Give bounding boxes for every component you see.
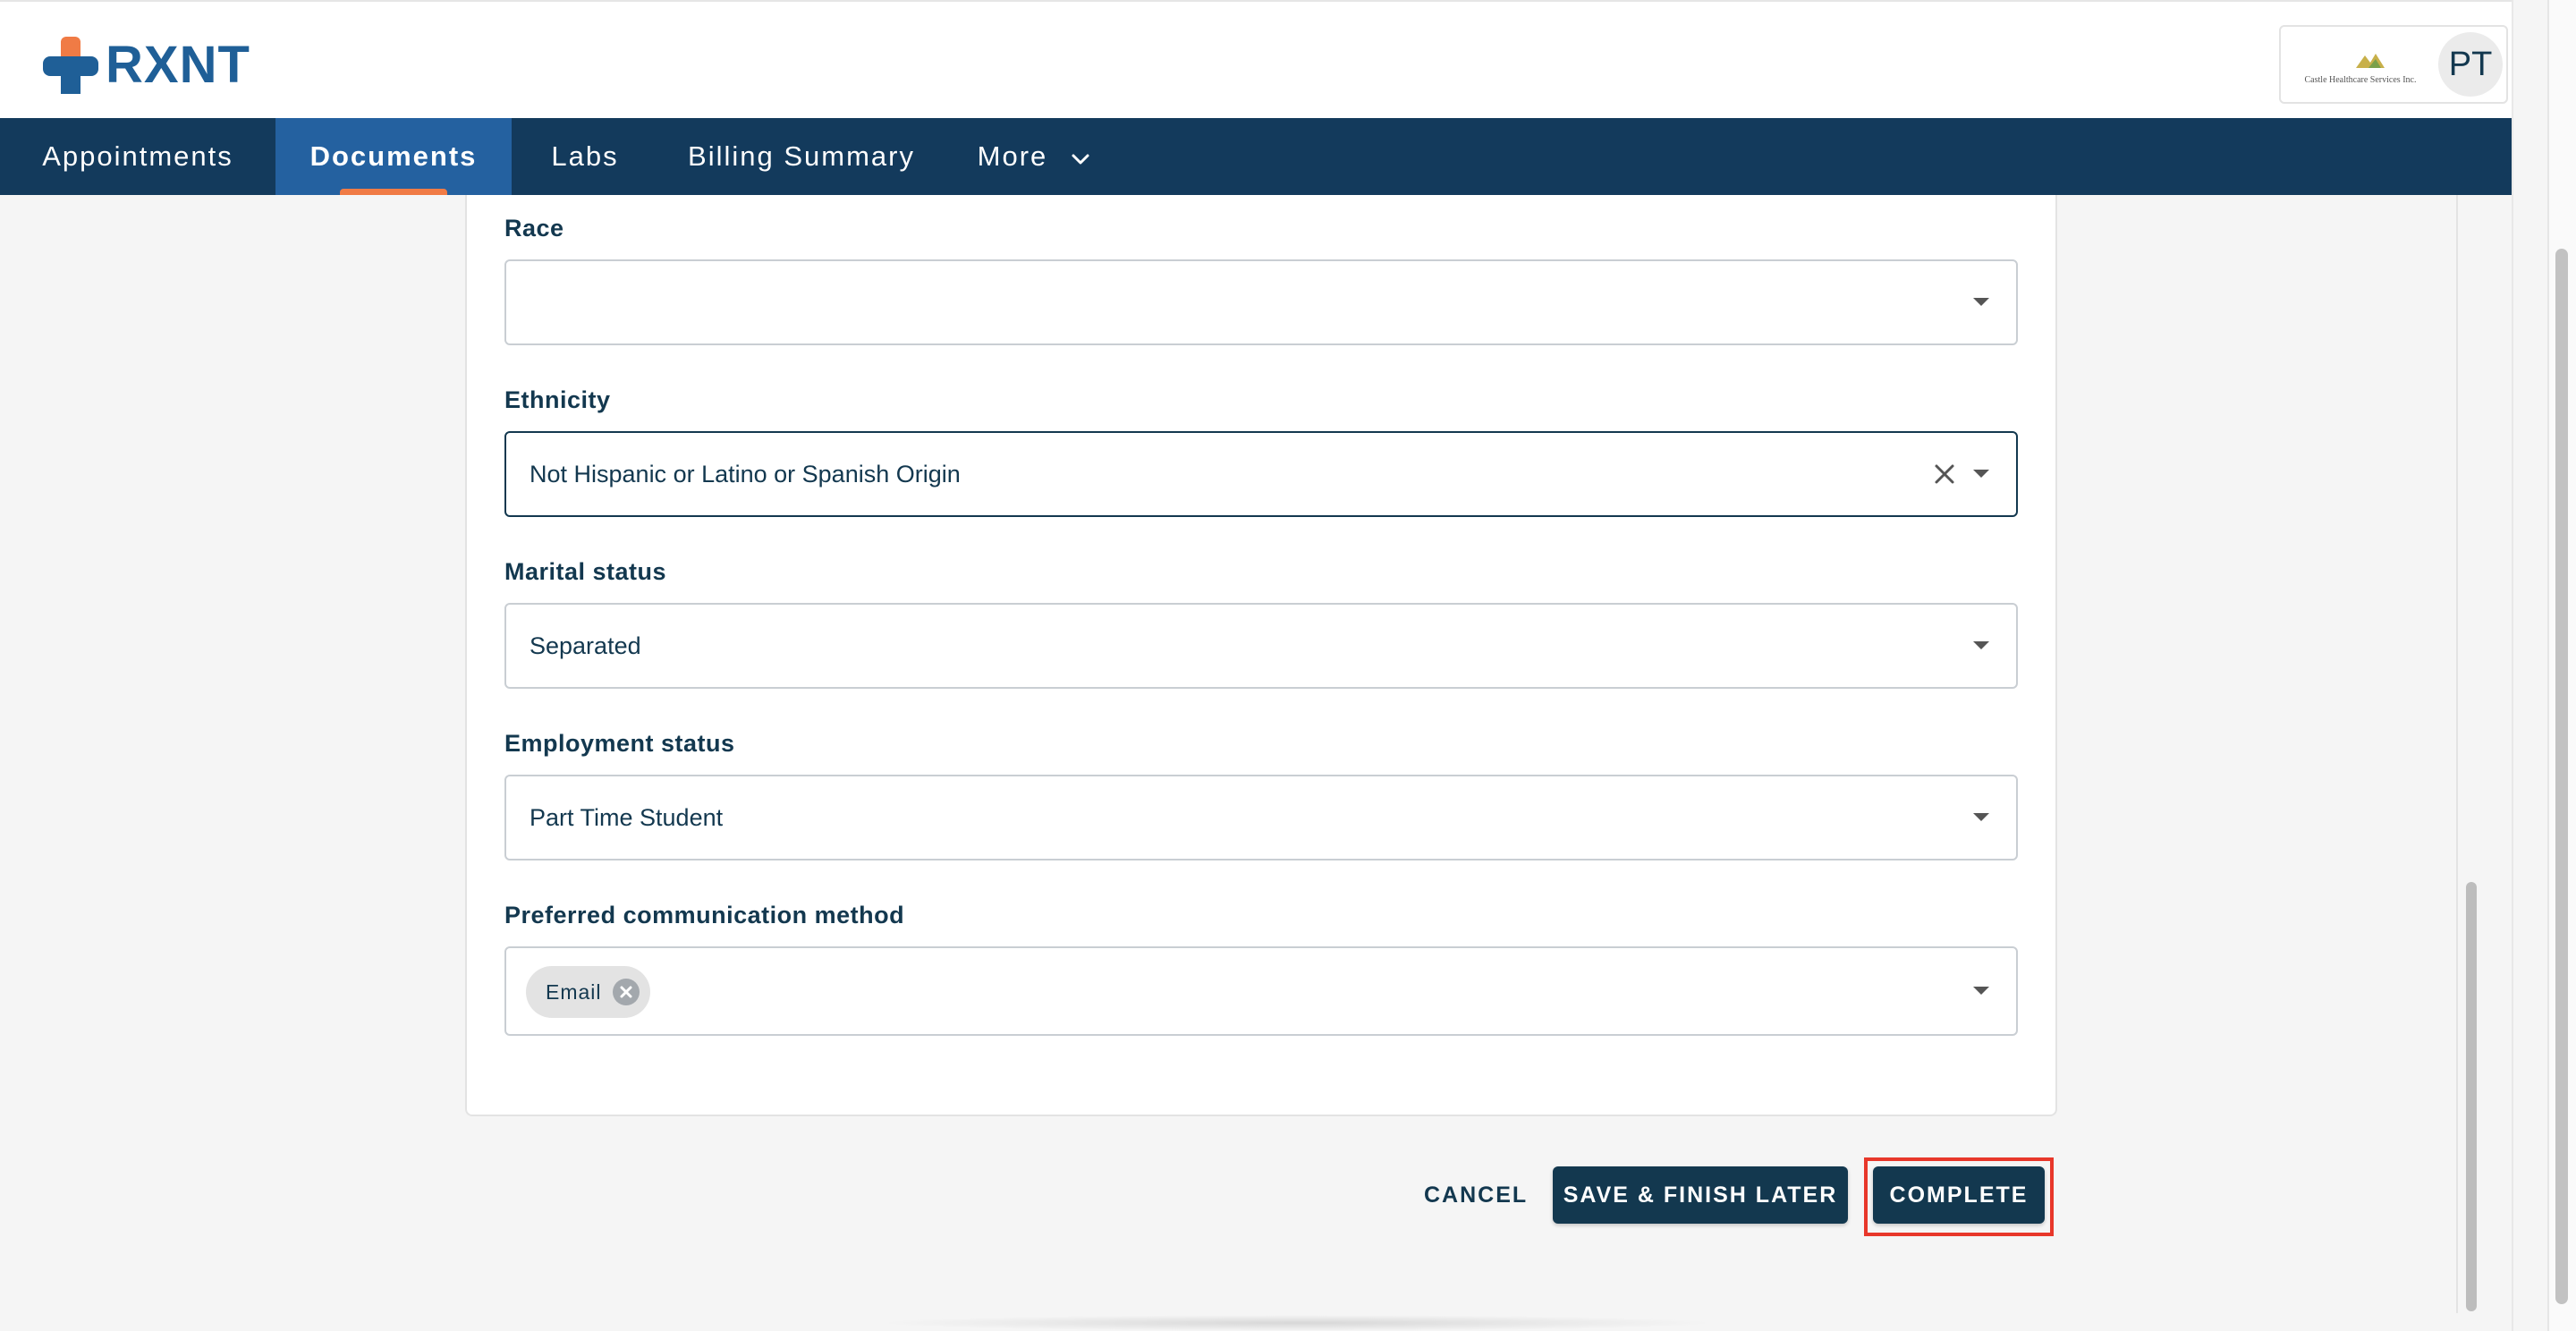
marital-status-label: Marital status (504, 558, 667, 585)
caret-down-icon[interactable] (1973, 470, 1989, 478)
content-scrollbar-thumb[interactable] (2466, 882, 2477, 1311)
mountain-icon (2356, 54, 2385, 68)
chevron-down-icon (1071, 140, 1090, 173)
race-label: Race (504, 215, 564, 242)
org-name: Castle Healthcare Services Inc. (2304, 75, 2417, 85)
preferred-communication-select[interactable]: Email (504, 946, 2018, 1036)
rxnt-cross-icon (43, 37, 98, 94)
divider (2456, 195, 2458, 1313)
save-finish-later-button[interactable]: SAVE & FINISH LATER (1553, 1166, 1848, 1224)
employment-status-select[interactable]: Part Time Student (504, 775, 2018, 860)
bottom-shadow (877, 1315, 1717, 1331)
avatar[interactable]: PT (2438, 32, 2503, 97)
window-margin (2512, 0, 2547, 1331)
cancel-button[interactable]: CANCEL (1406, 1166, 1546, 1224)
app-header: RXNT Castle Healthcare Services Inc. PT (0, 0, 2547, 118)
org-logo: Castle Healthcare Services Inc. (2293, 45, 2428, 88)
close-icon[interactable] (1930, 460, 1959, 488)
nav-item-label: Billing Summary (688, 140, 915, 172)
ethnicity-value: Not Hispanic or Latino or Spanish Origin (530, 461, 961, 487)
race-select[interactable] (504, 259, 2018, 345)
remove-chip-icon[interactable] (612, 979, 640, 1005)
window-scrollbar-thumb[interactable] (2555, 249, 2568, 1304)
ethnicity-label: Ethnicity (504, 386, 611, 413)
caret-down-icon[interactable] (1973, 987, 1989, 995)
rxnt-logo[interactable]: RXNT (41, 34, 250, 97)
nav-item-label: Appointments (42, 140, 233, 172)
account-menu[interactable]: Castle Healthcare Services Inc. PT (2279, 25, 2508, 104)
nav-item-billing-summary[interactable]: Billing Summary (658, 118, 945, 195)
brand-name: RXNT (106, 36, 250, 94)
marital-status-value: Separated (530, 632, 641, 659)
employment-status-value: Part Time Student (530, 804, 724, 831)
nav-item-labs[interactable]: Labs (512, 118, 658, 195)
nav-item-appointments[interactable]: Appointments (0, 118, 275, 195)
highlight-box (1864, 1157, 2054, 1236)
chip-email: Email (526, 966, 650, 1018)
main-nav: Appointments Documents Labs Billing Summ… (0, 118, 2547, 195)
nav-item-documents[interactable]: Documents (275, 118, 512, 195)
marital-status-select[interactable]: Separated (504, 603, 2018, 689)
caret-down-icon[interactable] (1973, 813, 1989, 821)
preferred-communication-label: Preferred communication method (504, 902, 905, 928)
employment-status-label: Employment status (504, 730, 735, 757)
nav-item-more[interactable]: More (945, 118, 1123, 195)
caret-down-icon[interactable] (1973, 298, 1989, 306)
nav-item-label: Labs (551, 140, 619, 172)
nav-item-label: Documents (309, 140, 478, 172)
nav-item-label: More (977, 140, 1048, 172)
caret-down-icon[interactable] (1973, 641, 1989, 649)
chip-label: Email (546, 979, 602, 1004)
ethnicity-select[interactable]: Not Hispanic or Latino or Spanish Origin (504, 431, 2018, 517)
